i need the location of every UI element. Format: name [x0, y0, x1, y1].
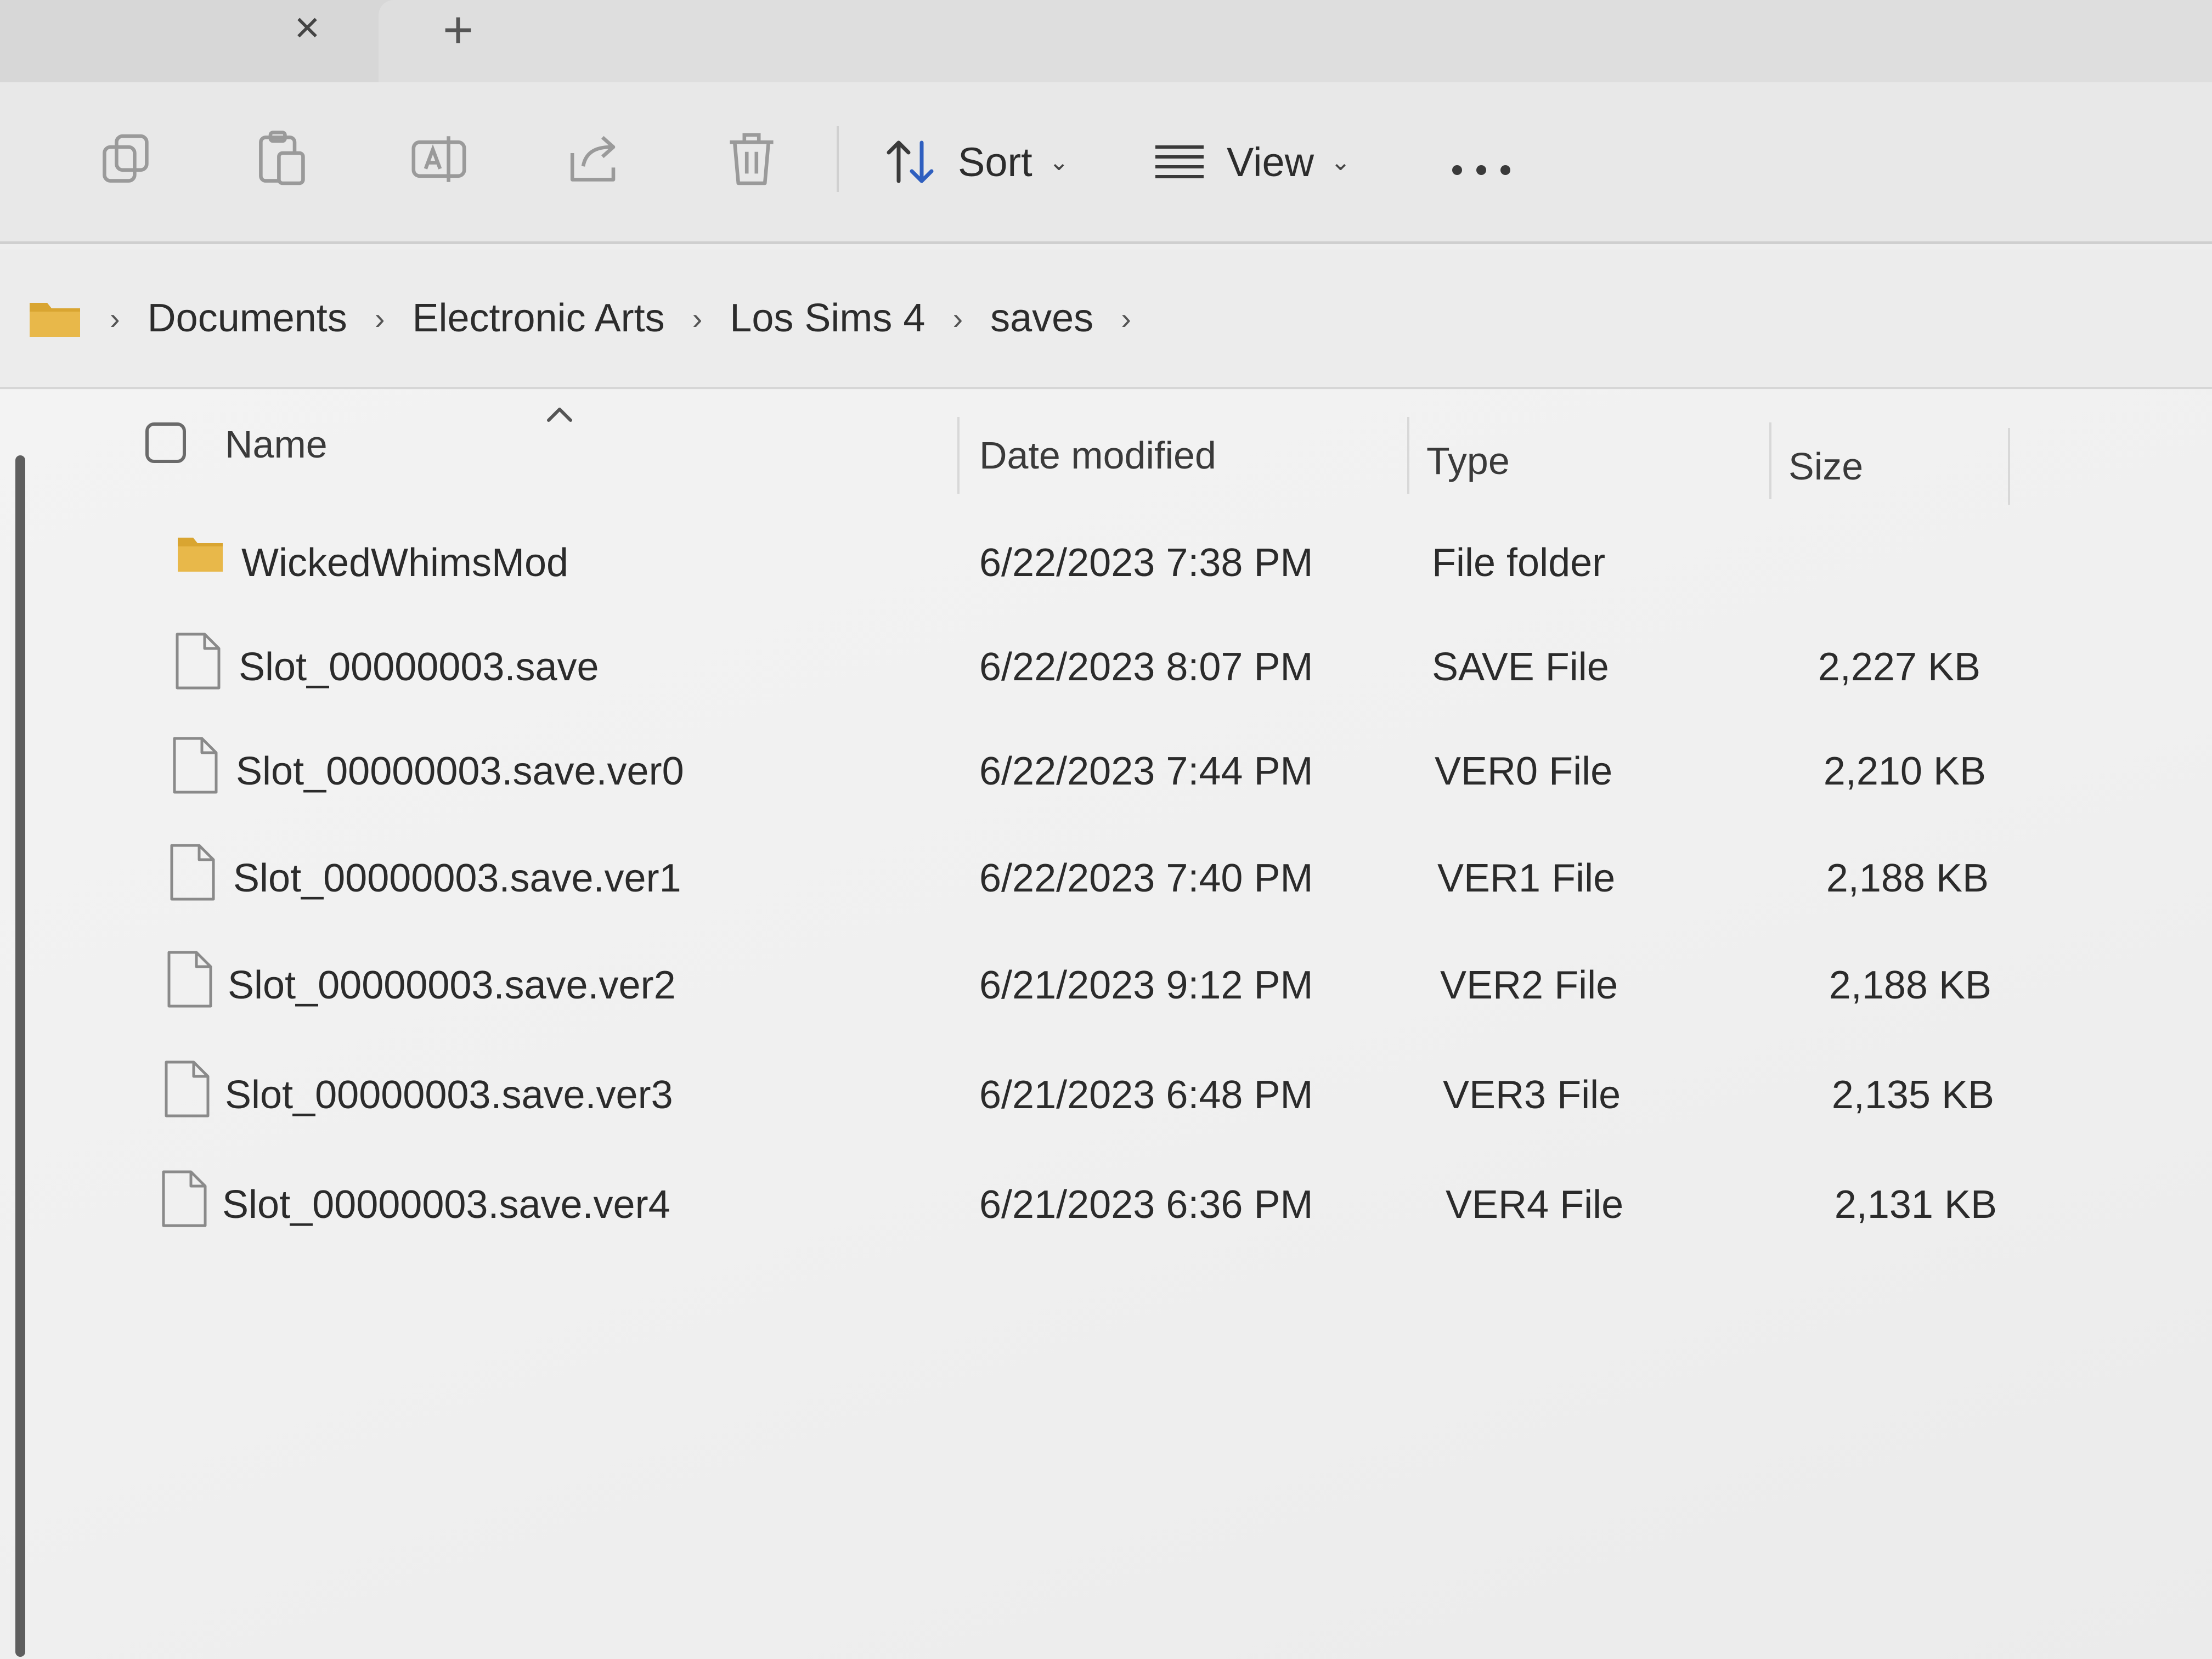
file-row[interactable]: Slot_00000003.save.ver1 6/22/2023 7:40 P… [137, 826, 2030, 924]
file-icon [165, 949, 214, 1009]
file-date-modified: 6/21/2023 6:48 PM [979, 1073, 1313, 1117]
chevron-down-icon: ⌄ [1048, 148, 1069, 176]
file-size: 2,135 KB [1831, 1073, 1994, 1117]
file-icon [162, 1059, 211, 1119]
view-label: View [1227, 139, 1314, 185]
file-name: Slot_00000003.save [239, 645, 599, 689]
file-type: SAVE File [1432, 645, 1609, 689]
file-row[interactable]: Slot_00000003.save.ver0 6/22/2023 7:44 P… [137, 719, 2030, 817]
chevron-down-icon: ⌄ [1330, 148, 1351, 176]
column-header-size[interactable]: Size [1788, 444, 1863, 488]
sort-label: Sort [958, 139, 1032, 185]
column-separator[interactable] [2008, 428, 2010, 505]
file-name: Slot_00000003.save.ver3 [225, 1073, 673, 1117]
file-date-modified: 6/22/2023 7:40 PM [979, 856, 1313, 900]
folder-icon [176, 532, 225, 592]
sort-icon [883, 137, 938, 187]
file-icon [167, 842, 217, 902]
new-tab-area [379, 0, 2212, 82]
file-type: VER0 File [1435, 749, 1613, 793]
file-name: Slot_00000003.save.ver0 [236, 749, 684, 793]
more-options-icon[interactable] [1448, 154, 1514, 187]
column-header-type[interactable]: Type [1426, 439, 1510, 483]
breadcrumb-los-sims-4[interactable]: Los Sims 4 [730, 296, 925, 341]
file-date-modified: 6/21/2023 6:36 PM [979, 1183, 1313, 1227]
file-size: 2,188 KB [1829, 963, 1991, 1007]
sort-button[interactable]: Sort ⌄ [883, 132, 1069, 192]
breadcrumb-separator: › [952, 301, 963, 336]
file-type: File folder [1432, 541, 1606, 585]
column-separator[interactable] [1407, 417, 1409, 494]
file-name: Slot_00000003.save.ver1 [233, 856, 681, 900]
file-size: 2,188 KB [1826, 856, 1989, 900]
toolbar-divider [837, 126, 839, 192]
scrollbar[interactable] [15, 455, 25, 1657]
view-button[interactable]: View ⌄ [1152, 132, 1351, 192]
file-date-modified: 6/22/2023 7:44 PM [979, 749, 1313, 793]
view-list-icon [1152, 143, 1207, 181]
file-name: Slot_00000003.save.ver4 [222, 1183, 670, 1227]
new-tab-plus-icon[interactable]: + [433, 4, 483, 57]
file-row[interactable]: Slot_00000003.save.ver3 6/21/2023 6:48 P… [137, 1042, 2030, 1141]
select-all-checkbox[interactable] [145, 422, 186, 463]
breadcrumb-saves[interactable]: saves [990, 296, 1093, 341]
breadcrumb-separator: › [110, 301, 120, 336]
file-size: 2,227 KB [1818, 645, 1980, 689]
file-type: VER1 File [1437, 856, 1616, 900]
file-date-modified: 6/22/2023 7:38 PM [979, 541, 1313, 585]
copy-icon[interactable] [96, 129, 156, 189]
column-separator[interactable] [1769, 422, 1771, 499]
file-date-modified: 6/22/2023 8:07 PM [979, 645, 1313, 689]
share-icon[interactable] [565, 129, 625, 189]
file-type: VER4 File [1446, 1183, 1624, 1227]
close-tab-icon[interactable]: × [285, 5, 329, 49]
file-row[interactable]: WickedWhimsMod 6/22/2023 7:38 PM File fo… [137, 510, 2030, 609]
sort-ascending-icon [543, 400, 576, 428]
column-separator[interactable] [957, 417, 960, 494]
file-date-modified: 6/21/2023 9:12 PM [979, 963, 1313, 1007]
breadcrumb-documents[interactable]: Documents [148, 296, 347, 341]
breadcrumb-electronic-arts[interactable]: Electronic Arts [412, 296, 664, 341]
column-header-name[interactable]: Name [225, 422, 328, 466]
file-row[interactable]: Slot_00000003.save.ver4 6/21/2023 6:36 P… [137, 1152, 2030, 1251]
delete-icon[interactable] [721, 129, 782, 189]
breadcrumb-separator: › [692, 301, 703, 336]
file-type: VER3 File [1443, 1073, 1621, 1117]
folder-icon[interactable] [27, 296, 82, 340]
breadcrumb-separator: › [1121, 301, 1131, 336]
file-name: WickedWhimsMod [241, 541, 569, 585]
breadcrumb-separator: › [374, 301, 385, 336]
file-row[interactable]: Slot_00000003.save 6/22/2023 8:07 PM SAV… [137, 614, 2030, 713]
column-header-date-modified[interactable]: Date modified [979, 433, 1216, 477]
file-row[interactable]: Slot_00000003.save.ver2 6/21/2023 9:12 P… [137, 933, 2030, 1031]
command-bar [0, 82, 2212, 244]
paste-icon[interactable] [252, 129, 313, 189]
file-size: 2,210 KB [1823, 749, 1986, 793]
file-icon [170, 735, 219, 795]
file-icon [159, 1169, 208, 1229]
file-size: 2,131 KB [1834, 1183, 1997, 1227]
rename-icon[interactable] [409, 129, 469, 189]
file-name: Slot_00000003.save.ver2 [228, 963, 676, 1007]
breadcrumb: › Documents › Electronic Arts › Los Sims… [27, 285, 1159, 351]
file-icon [173, 631, 222, 691]
file-type: VER2 File [1440, 963, 1618, 1007]
